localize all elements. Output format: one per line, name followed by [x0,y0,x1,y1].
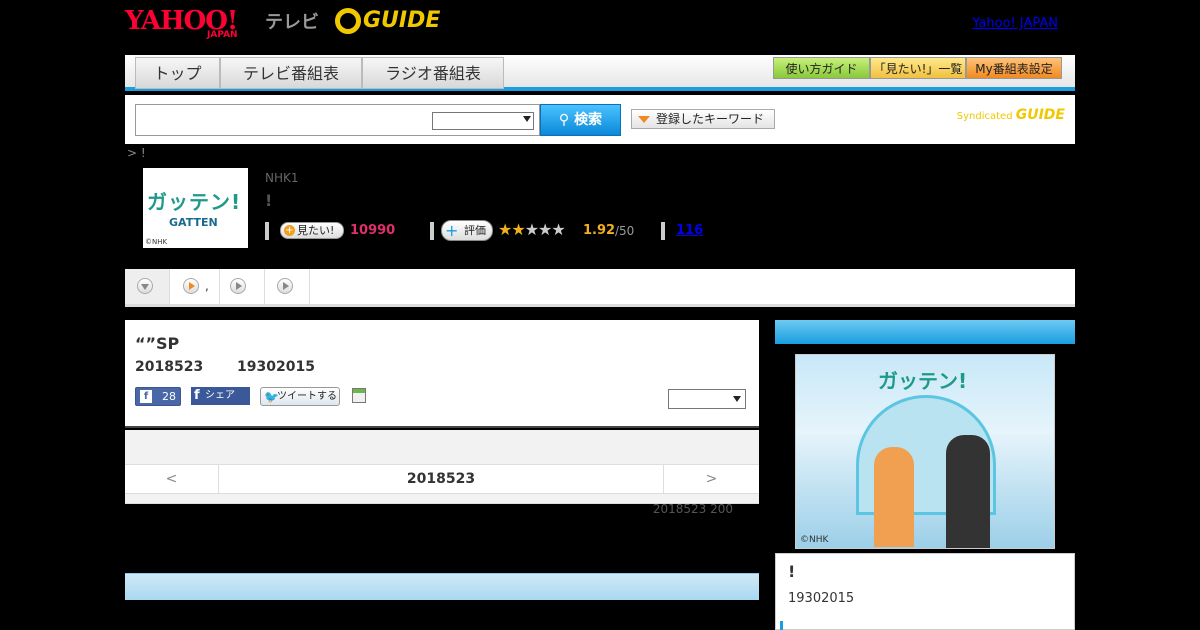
mitai-count: 10990 [350,223,396,238]
sidebar-marker [780,621,783,630]
next-date-button[interactable]: > [663,465,759,493]
episode-select[interactable] [668,389,746,409]
sidebar-time: 19302015 [788,591,855,606]
photo-host-2 [946,435,990,548]
search-button[interactable]: ⚲ 検索 [540,104,621,136]
updated-timestamp: 2018523 200 [652,502,733,516]
plus-icon: + [284,225,295,236]
prev-date-button[interactable]: < [125,465,219,493]
search-icon: ⚲ [558,112,575,128]
episode-title: “”SP [135,334,180,353]
twitter-bird-icon: 🐦 [264,390,279,404]
episode-time: 19302015 [237,359,315,375]
date-navigation: < 2018523 > [125,464,759,494]
thumbnail-title: ガッテン! [147,190,242,214]
rating-score: 1.92 [583,223,616,238]
star-icon: ★ [524,220,539,239]
guide-button[interactable]: 使い方ガイド [773,57,870,79]
schedule-box: < 2018523 > [125,430,759,504]
nav-tab-tv-listings[interactable]: テレビ番組表 [220,57,362,89]
sidebar-info-panel: ! 19302015 [775,553,1075,630]
search-category-select[interactable] [432,112,534,130]
chevron-down-icon [137,278,153,294]
star-rating: ★★★★★ [498,220,566,239]
saved-keywords-button[interactable]: 登録したキーワード [631,109,775,129]
sidebar-title: ! [788,562,796,581]
facebook-share-button[interactable]: f シェア [191,387,250,405]
sidebar-header-bar [775,320,1075,344]
tab-3[interactable] [220,269,265,304]
comments-link[interactable]: 116 [676,223,703,238]
play-icon [230,278,246,294]
search-bar: ⚲ 検索 登録したキーワード Syndicated GUIDE [125,95,1075,144]
photo-logo: ガッテン! [878,369,968,393]
current-date: 2018523 [406,471,476,487]
photo-copyright: ©NHK [800,535,829,545]
program-photo: ガッテン! ©NHK [795,354,1055,549]
tab-1[interactable] [125,269,170,304]
mitai-list-button[interactable]: 「見たい!」一覧 [870,57,966,79]
site-header: YAHOO! JAPAN テレビ GUIDE Yahoo! JAPAN [125,0,1075,55]
triangle-down-icon [638,116,650,123]
program-tabs: , [125,269,1075,307]
star-icon: ★ [551,220,565,239]
rate-button[interactable]: + 評価 [441,220,493,241]
channel-name: NHK1 [265,171,299,185]
tweet-button[interactable]: 🐦 ツイートする [260,387,340,406]
nav-tab-top[interactable]: トップ [135,57,220,89]
photo-host-1 [874,447,914,547]
sidebar: ガッテン! ©NHK ! 19302015 [775,320,1075,630]
facebook-icon: f [140,390,152,403]
tab-4[interactable] [265,269,310,304]
episode-date: 2018523 [135,359,204,375]
nav-tab-radio-listings[interactable]: ラジオ番組表 [362,57,504,89]
gguide-logo[interactable]: GUIDE [335,8,440,34]
facebook-like-button[interactable]: f 28 [135,387,181,406]
yahoo-japan-link[interactable]: Yahoo! JAPAN [972,16,1058,31]
episode-box: “”SP 2018523 19302015 f 28 f シェア 🐦 ツイートする [125,320,759,428]
thumbnail-copyright: ©NHK [145,238,168,246]
breadcrumb[interactable]: > ! [127,146,146,160]
separator-bar [430,222,434,240]
chevron-down-icon [523,116,531,122]
tv-logo[interactable]: テレビ [265,8,319,34]
g-logo-icon [335,8,361,34]
facebook-icon: f [194,388,200,403]
my-listings-settings-button[interactable]: My番組表設定 [966,57,1062,79]
star-icon: ★ [511,220,525,239]
japan-logo: JAPAN [207,30,238,40]
play-icon [277,278,293,294]
main-nav: トップ テレビ番組表 ラジオ番組表 使い方ガイド 「見たい!」一覧 My番組表設… [125,55,1075,91]
program-thumbnail: ガッテン! GATTEN ©NHK [143,168,248,248]
separator-bar [265,222,269,240]
thumbnail-subtitle: GATTEN [169,216,218,229]
chevron-down-icon [733,396,741,402]
rating-max: /50 [615,224,635,238]
program-title: ! [265,191,273,210]
calendar-add-icon[interactable] [352,388,366,403]
separator-bar [661,222,665,240]
star-icon: ★ [498,220,512,239]
section-header-bar [125,573,759,600]
mitai-button[interactable]: + 見たい! [280,222,344,239]
plus-icon: + [445,221,459,240]
play-icon [183,278,199,294]
star-icon: ★ [538,220,552,239]
tab-2[interactable]: , [170,269,220,304]
syndicated-gguide-logo: Syndicated GUIDE [956,107,1065,123]
